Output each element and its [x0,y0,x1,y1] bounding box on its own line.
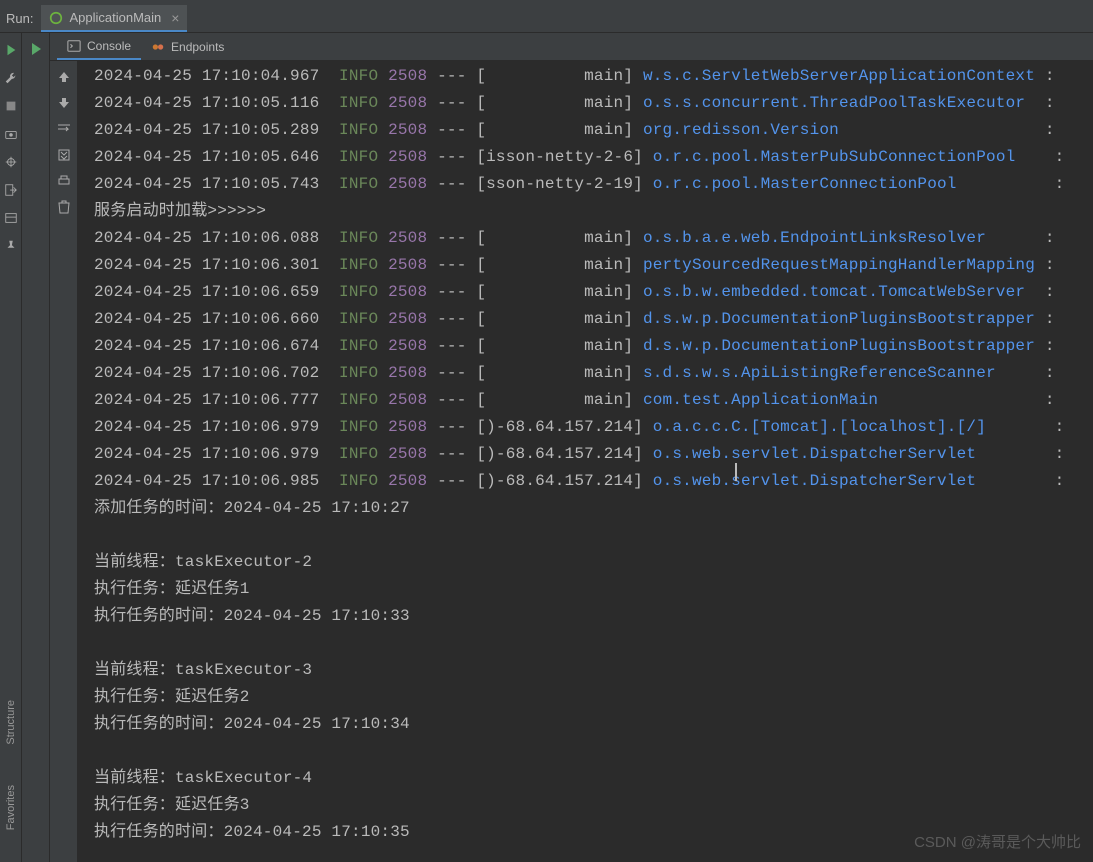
close-tab-icon[interactable]: × [171,10,179,26]
run-config-tab[interactable]: ApplicationMain × [41,5,187,32]
tab-endpoints[interactable]: Endpoints [141,33,234,60]
run-label: Run: [0,11,41,26]
console-actions-gutter [50,61,78,862]
print-icon[interactable] [56,173,72,189]
tab-console-label: Console [87,39,131,53]
spring-leaf-icon [49,11,63,25]
rerun-icon[interactable] [28,41,44,57]
clear-icon[interactable] [56,199,72,215]
text-caret [735,463,737,481]
tab-console[interactable]: Console [57,33,141,60]
soft-wrap-icon[interactable] [56,121,72,137]
tab-label: ApplicationMain [69,10,161,25]
arrow-down-icon[interactable] [56,95,72,111]
run-sub-tabs: Console Endpoints [0,33,1093,61]
favorites-tool[interactable]: Favorites [5,785,17,830]
console-output[interactable]: 2024-04-25 17:10:04.967 INFO 2508 --- [ … [80,61,1093,862]
scroll-to-end-icon[interactable] [56,147,72,163]
tab-endpoints-label: Endpoints [171,40,224,54]
run-header: Run: ApplicationMain × [0,5,1093,33]
structure-tool[interactable]: Structure [5,700,17,745]
bug-icon[interactable] [4,155,18,169]
endpoints-icon [151,40,165,54]
run-actions-gutter [22,33,50,862]
left-sidebar-labels: Structure Favorites [0,700,22,830]
layout-icon[interactable] [4,211,18,225]
camera-icon[interactable] [4,127,18,141]
exit-icon[interactable] [4,183,18,197]
pin-icon[interactable] [4,239,18,253]
wrench-icon[interactable] [4,71,18,85]
stop-icon[interactable] [4,99,18,113]
arrow-up-icon[interactable] [56,69,72,85]
console-icon [67,39,81,53]
play-icon[interactable] [4,43,18,57]
